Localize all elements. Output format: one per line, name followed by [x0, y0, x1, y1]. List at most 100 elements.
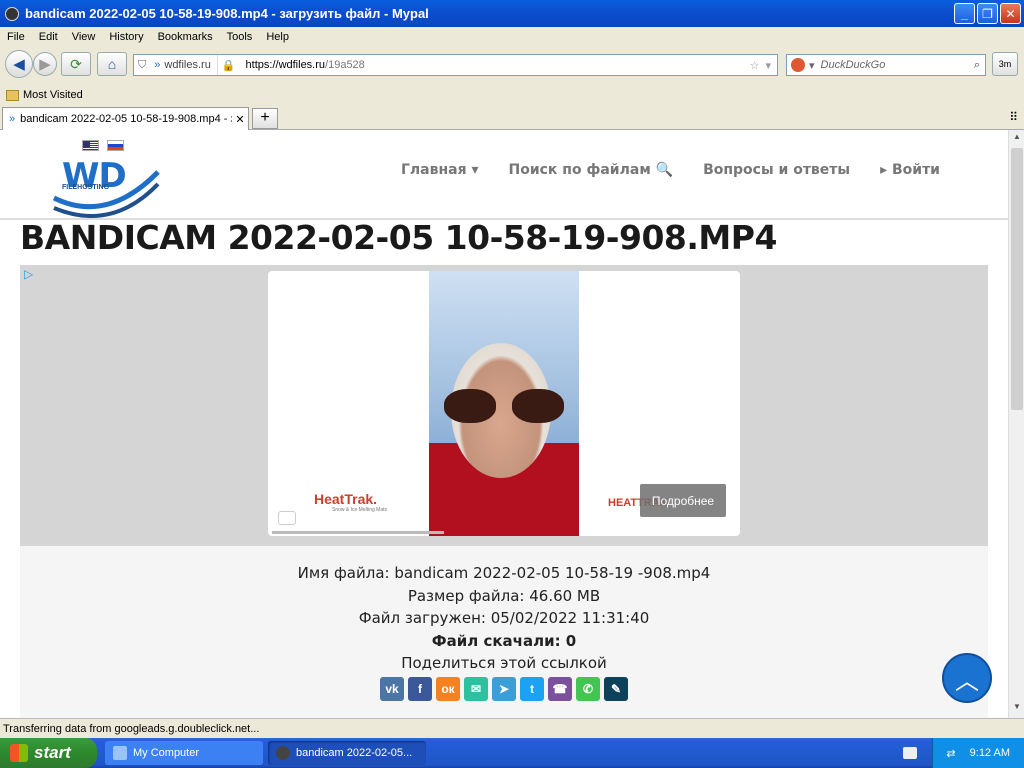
restore-button[interactable]: ❐: [977, 3, 998, 24]
mypal-app-icon: [5, 6, 19, 21]
ad-frame: ▷ HeatTrak. Snow & Ice Melting Mats HEAT…: [20, 265, 988, 546]
search-input[interactable]: DuckDuckGo: [821, 59, 886, 71]
menu-file[interactable]: File: [0, 31, 32, 43]
ad-video-frame: [429, 271, 579, 536]
file-download-count: Файл скачали: 0: [431, 631, 577, 650]
russian-flag-icon[interactable]: [107, 140, 124, 151]
site-favicon-icon: »: [154, 59, 161, 71]
nav-home[interactable]: Главная ▾: [401, 162, 479, 178]
network-icon[interactable]: ⇄: [946, 747, 955, 760]
url-text[interactable]: https://wdfiles.ru/19a528: [240, 59, 365, 71]
video-ad[interactable]: HeatTrak. Snow & Ice Melting Mats HEATTR…: [268, 271, 740, 536]
computer-icon: [113, 746, 127, 760]
nav-login[interactable]: ▸ Войти: [880, 162, 940, 178]
scroll-up-icon[interactable]: ▲: [1011, 132, 1023, 146]
windows-taskbar: start My Computer bandicam 2022-02-05...…: [0, 738, 1024, 768]
menu-bar: File Edit View History Bookmarks Tools H…: [0, 27, 1024, 46]
vk-share-icon[interactable]: vk: [380, 676, 404, 701]
livejournal-share-icon[interactable]: ✎: [604, 676, 628, 701]
file-size: Размер файла: 46.60 MB: [407, 586, 601, 605]
menu-view[interactable]: View: [65, 31, 103, 43]
tab-label: bandicam 2022-02-05 10-58-19-908.mp4 - з…: [20, 113, 232, 125]
chevron-up-icon: ︿: [955, 667, 979, 695]
duckduckgo-icon[interactable]: [791, 58, 805, 72]
site-identity-label: wdfiles.ru: [164, 59, 211, 71]
ad-progress-bar: [272, 531, 444, 534]
english-flag-icon[interactable]: [82, 140, 99, 151]
ad-play-icon[interactable]: [278, 511, 296, 525]
forward-arrow-icon: ▶: [39, 56, 51, 73]
taskbar-item-label: My Computer: [133, 747, 200, 759]
telegram-share-icon[interactable]: ➤: [492, 676, 516, 701]
window-title: bandicam 2022-02-05 10-58-19-908.mp4 - з…: [25, 6, 429, 21]
back-button[interactable]: ◀: [5, 50, 33, 78]
nav-faq[interactable]: Вопросы и ответы: [703, 162, 850, 178]
site-identity[interactable]: » wdfiles.ru: [150, 55, 218, 75]
new-tab-button[interactable]: +: [252, 108, 278, 129]
home-button[interactable]: ⌂: [97, 52, 127, 76]
address-bar[interactable]: ⛉ » wdfiles.ru 🔒 https://wdfiles.ru/19a52…: [133, 54, 778, 76]
file-info-panel: Имя файла: bandicam 2022-02-05 10-58-19 …: [20, 546, 988, 718]
bookmarks-toolbar: Most Visited: [0, 84, 1024, 106]
taskbar-my-computer[interactable]: My Computer: [105, 741, 263, 765]
taskbar-item-label: bandicam 2022-02-05...: [296, 747, 413, 759]
extension-button-label: 3m: [998, 59, 1012, 69]
share-buttons: vk f ок ✉ ➤ t ☎ ✆ ✎: [20, 676, 988, 701]
menu-history[interactable]: History: [102, 31, 150, 43]
tab-strip: » bandicam 2022-02-05 10-58-19-908.mp4 -…: [0, 106, 1024, 130]
adchoices-icon[interactable]: ▷: [24, 267, 33, 281]
tab-close-icon[interactable]: ✕: [232, 113, 248, 126]
ad-learn-more-button[interactable]: Подробнее: [640, 484, 726, 517]
search-icon[interactable]: ⌕: [974, 59, 985, 72]
mypal-app-icon: [276, 746, 290, 760]
shield-icon: ⛉: [138, 58, 147, 71]
scroll-down-icon[interactable]: ▼: [1011, 702, 1023, 716]
sunglasses-image: [444, 389, 564, 425]
tab-list-icon[interactable]: ⠿: [1009, 110, 1018, 124]
scroll-to-top-button[interactable]: ︿: [942, 653, 992, 703]
logo-subtext: FILEHOSTING: [62, 184, 110, 191]
scrollbar-thumb[interactable]: [1011, 148, 1023, 410]
viber-share-icon[interactable]: ☎: [548, 676, 572, 701]
page-scrollbar[interactable]: ▲ ▼: [1008, 130, 1024, 718]
extension-button[interactable]: 3m: [992, 52, 1018, 76]
reload-button[interactable]: ⟳: [61, 52, 91, 76]
back-arrow-icon: ◀: [13, 56, 25, 73]
menu-help[interactable]: Help: [259, 31, 296, 43]
lock-icon: 🔒: [221, 59, 236, 72]
close-button[interactable]: ✕: [1000, 3, 1021, 24]
whatsapp-share-icon[interactable]: ✆: [576, 676, 600, 701]
page-title: BANDICAM 2022-02-05 10-58-19-908.MP4: [20, 218, 777, 257]
minimize-button[interactable]: _: [954, 3, 975, 24]
status-bar: Transferring data from googleads.g.doubl…: [0, 718, 1024, 738]
ad-brand-tagline: Snow & Ice Melting Mats: [332, 507, 388, 513]
navigation-toolbar: ◀ ▶ ⟳ ⌂ ⛉ » wdfiles.ru 🔒 https://wdfiles.…: [0, 46, 1024, 84]
nav-file-search[interactable]: Поиск по файлам 🔍: [508, 162, 673, 178]
menu-edit[interactable]: Edit: [32, 31, 65, 43]
home-icon: ⌂: [107, 56, 117, 72]
twitter-share-icon[interactable]: t: [520, 676, 544, 701]
forward-button[interactable]: ▶: [33, 52, 57, 76]
messenger-share-icon[interactable]: ✉: [464, 676, 488, 701]
facebook-share-icon[interactable]: f: [408, 676, 432, 701]
start-button[interactable]: start: [0, 738, 97, 768]
most-visited-bookmark[interactable]: Most Visited: [6, 89, 83, 101]
file-upload-date: Файл загружен: 05/02/2022 11:31:40: [358, 609, 650, 627]
url-dropdown-icon[interactable]: ▾: [765, 59, 777, 72]
most-visited-label: Most Visited: [23, 89, 83, 101]
keyboard-layout-icon[interactable]: [903, 747, 917, 759]
reload-icon: ⟳: [70, 55, 82, 72]
search-box[interactable]: ▾ DuckDuckGo ⌕: [786, 54, 986, 76]
site-logo[interactable]: WD FILEHOSTING: [52, 154, 162, 218]
menu-bookmarks[interactable]: Bookmarks: [151, 31, 220, 43]
odnoklassniki-share-icon[interactable]: ок: [436, 676, 460, 701]
search-engine-dropdown-icon[interactable]: ▾: [809, 59, 815, 72]
taskbar-browser[interactable]: bandicam 2022-02-05...: [268, 741, 426, 765]
site-header: WD FILEHOSTING Главная ▾ Поиск по файлам…: [0, 130, 1008, 220]
clock[interactable]: 9:12 AM: [970, 747, 1010, 759]
window-titlebar: bandicam 2022-02-05 10-58-19-908.mp4 - з…: [0, 0, 1024, 27]
tab-active[interactable]: » bandicam 2022-02-05 10-58-19-908.mp4 -…: [2, 107, 249, 130]
start-label: start: [34, 743, 71, 762]
menu-tools[interactable]: Tools: [220, 31, 260, 43]
bookmark-star-icon[interactable]: ☆: [750, 59, 766, 72]
